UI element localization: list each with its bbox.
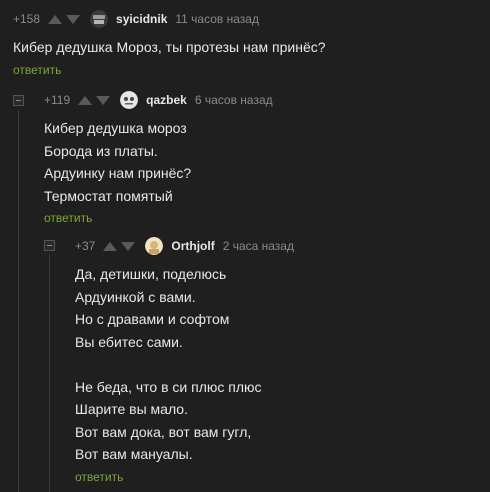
comment-author[interactable]: qazbek (146, 93, 187, 107)
upvote-icon[interactable] (48, 14, 63, 24)
comment-line: Ардуинку нам принёс? (44, 165, 192, 181)
comment-body: Да, детишки, поделюсь Ардуинкой с вами. … (75, 263, 294, 466)
avatar[interactable] (145, 237, 164, 255)
upvote-icon[interactable] (103, 241, 118, 251)
reply-link[interactable]: ответить (75, 470, 123, 484)
comment-line: Кибер дедушка мороз (44, 120, 187, 136)
downvote-icon[interactable] (96, 95, 111, 105)
comment-time[interactable]: 6 часов назад (195, 93, 273, 107)
comment-time[interactable]: 2 часа назад (223, 239, 294, 253)
avatar[interactable] (120, 91, 139, 109)
comment-header: +119 qazbek 6 часов назад (44, 90, 273, 110)
comment-orthjolf: +37 Orthjolf 2 часа назад Да, детишки, п… (75, 236, 294, 486)
comment-time[interactable]: 11 часов назад (175, 12, 259, 26)
comment-line: Шарите вы мало. (75, 401, 188, 417)
comment-header: +158 syicidnik 11 часов назад (13, 9, 326, 29)
comment-line: Вот вам мануалы. (75, 446, 193, 462)
thread-line[interactable] (18, 110, 19, 492)
comment-line: Не беда, что в си плюс плюс (75, 378, 262, 395)
vote-controls (103, 241, 136, 251)
comment-author[interactable]: syicidnik (116, 12, 167, 26)
comment-line (75, 353, 294, 376)
comment-body: Кибер дедушка Мороз, ты протезы нам прин… (13, 36, 326, 59)
comment-line: Да, детишки, поделюсь (75, 266, 227, 282)
collapse-button[interactable] (13, 95, 24, 106)
comment-line: Термостат помятый (44, 187, 173, 204)
comment-line: Вот вам дока, вот вам гугл, (75, 423, 252, 440)
comment-syicidnik: +158 syicidnik 11 часов назад Кибер деду… (13, 9, 326, 79)
reply-link[interactable]: ответить (44, 211, 92, 225)
comment-author[interactable]: Orthjolf (171, 239, 214, 253)
comment-line: Борода из платы. (44, 142, 158, 159)
downvote-icon[interactable] (121, 241, 136, 251)
avatar[interactable] (90, 10, 109, 28)
comment-rating: +158 (13, 12, 41, 26)
downvote-icon[interactable] (66, 14, 81, 24)
vote-controls (78, 95, 111, 105)
comment-rating: +37 (75, 239, 96, 253)
comment-body: Кибер дедушка мороз Борода из платы. Ард… (44, 117, 273, 207)
reply-link[interactable]: ответить (13, 63, 61, 77)
comment-rating: +119 (44, 93, 71, 107)
comment-line: Кибер дедушка Мороз, ты протезы нам прин… (13, 39, 326, 55)
comment-header: +37 Orthjolf 2 часа назад (75, 236, 294, 256)
upvote-icon[interactable] (78, 95, 93, 105)
comment-qazbek: +119 qazbek 6 часов назад Кибер дедушка … (44, 90, 273, 227)
comment-line: Ардуинкой с вами. (75, 288, 196, 305)
comment-line: Но с дравами и софтом (75, 311, 230, 327)
vote-controls (48, 14, 81, 24)
thread-line[interactable] (49, 255, 50, 492)
comment-line: Вы ебитес сами. (75, 333, 183, 350)
collapse-button[interactable] (44, 240, 55, 251)
